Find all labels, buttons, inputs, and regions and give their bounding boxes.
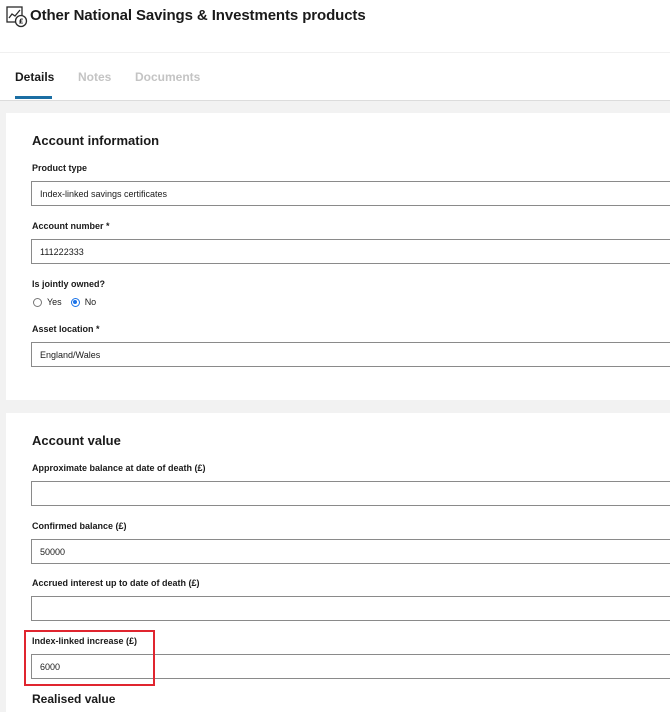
approx-balance-input[interactable] bbox=[31, 481, 670, 506]
page-title: Other National Savings & Investments pro… bbox=[30, 7, 366, 24]
account-value-card: Account value Approximate balance at dat… bbox=[6, 413, 670, 712]
asset-location-label: Asset location * bbox=[32, 324, 100, 334]
tab-notes[interactable]: Notes bbox=[78, 70, 111, 84]
jointly-owned-radio-group: Yes No bbox=[33, 297, 105, 307]
jointly-owned-label: Is jointly owned? bbox=[32, 279, 106, 289]
accrued-interest-label: Accrued interest up to date of death (£) bbox=[32, 578, 200, 588]
product-type-input[interactable] bbox=[31, 181, 670, 206]
account-information-title: Account information bbox=[32, 133, 160, 148]
account-number-input[interactable] bbox=[31, 239, 670, 264]
asset-location-input[interactable] bbox=[31, 342, 670, 367]
page-header: £ Other National Savings & Investments p… bbox=[0, 0, 670, 53]
index-linked-increase-label: Index-linked increase (£) bbox=[32, 636, 138, 646]
account-value-title: Account value bbox=[32, 433, 121, 448]
tab-documents[interactable]: Documents bbox=[135, 70, 200, 84]
account-number-label: Account number * bbox=[32, 221, 110, 231]
approx-balance-label: Approximate balance at date of death (£) bbox=[32, 463, 206, 473]
index-linked-increase-input[interactable] bbox=[31, 654, 670, 679]
jointly-owned-yes-radio[interactable] bbox=[33, 297, 42, 307]
tab-details[interactable]: Details bbox=[15, 70, 54, 84]
jointly-owned-no-radio[interactable] bbox=[70, 297, 80, 307]
product-type-label: Product type bbox=[32, 163, 88, 173]
savings-chart-pound-icon: £ bbox=[6, 6, 28, 28]
jointly-owned-yes-label: Yes bbox=[47, 297, 62, 307]
realised-value-title: Realised value bbox=[32, 692, 116, 706]
tab-bar: Details Notes Documents bbox=[0, 53, 670, 101]
accrued-interest-input[interactable] bbox=[31, 596, 670, 621]
active-tab-indicator bbox=[15, 96, 52, 99]
confirmed-balance-input[interactable] bbox=[31, 539, 670, 564]
account-information-card: Account information Product type Account… bbox=[6, 113, 670, 400]
svg-text:£: £ bbox=[19, 18, 24, 26]
confirmed-balance-label: Confirmed balance (£) bbox=[32, 521, 127, 531]
jointly-owned-no-label: No bbox=[84, 297, 97, 307]
